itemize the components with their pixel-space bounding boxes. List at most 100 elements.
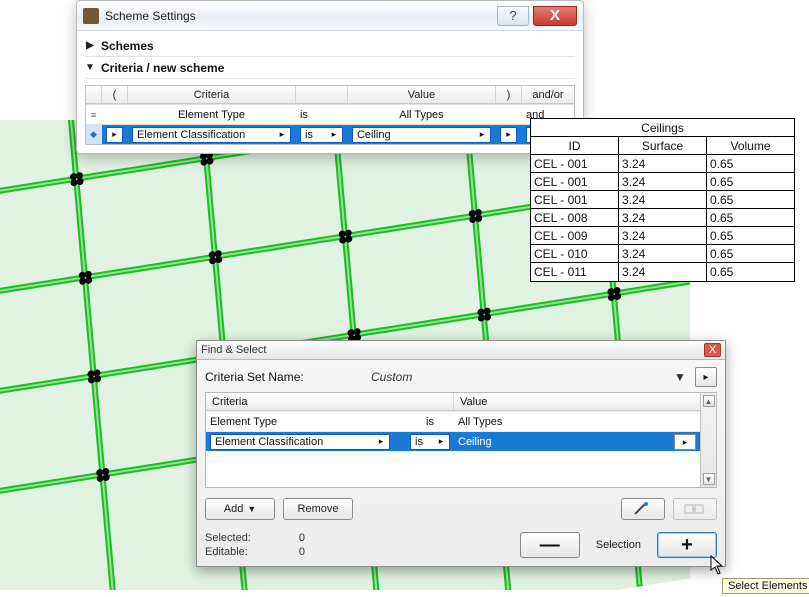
col-paren-close[interactable]: ) <box>496 86 522 103</box>
criteria-set-label: Criteria Set Name: <box>205 370 365 384</box>
cell-surface: 3.24 <box>619 155 707 172</box>
deselect-button[interactable]: — <box>520 532 580 558</box>
ceilings-table: Ceilings ID Surface Volume CEL - 0013.24… <box>530 118 795 282</box>
table-row[interactable]: CEL - 0103.240.65 <box>531 245 794 263</box>
cell-id: CEL - 010 <box>531 245 619 262</box>
col-id[interactable]: ID <box>531 137 619 154</box>
cell-volume: 0.65 <box>707 209 794 226</box>
cell-id: CEL - 009 <box>531 227 619 244</box>
ceilings-header: ID Surface Volume <box>531 137 794 155</box>
col-andor[interactable]: and/or <box>522 86 574 103</box>
caret-down-icon: ▸ <box>435 435 447 449</box>
cell-surface: 3.24 <box>619 173 707 190</box>
cell-volume: 0.65 <box>707 173 794 190</box>
cell-volume: 0.65 <box>707 227 794 244</box>
criteria-op: is <box>426 416 434 428</box>
fs-criteria-table: Criteria Value Element Type is All Types… <box>205 392 717 488</box>
criteria-row[interactable]: ≡ Element Type is All Types and <box>86 104 574 124</box>
caret-right-icon: ▸ <box>703 372 708 383</box>
add-button[interactable]: Add ▼ <box>205 498 275 520</box>
dialog-titlebar[interactable]: Scheme Settings ? X <box>77 1 583 31</box>
cell-id: CEL - 001 <box>531 191 619 208</box>
selection-counts: Selected: 0 Editable: 0 <box>205 532 305 558</box>
close-button[interactable]: X <box>704 343 721 357</box>
accordion-label: Schemes <box>101 39 154 53</box>
paren-close-button[interactable]: ▸ <box>500 127 517 143</box>
cell-volume: 0.65 <box>707 155 794 172</box>
help-icon: ? <box>509 9 516 22</box>
fs-row-selected[interactable]: Element Classification ▸ is ▸ Ceiling <box>206 431 700 451</box>
table-row[interactable]: CEL - 0013.240.65 <box>531 155 794 173</box>
pick-criteria-button[interactable] <box>621 498 665 520</box>
table-row[interactable]: CEL - 0093.240.65 <box>531 227 794 245</box>
criteria-combo[interactable]: Element Classification ▸ <box>132 127 291 143</box>
caret-down-icon: ▸ <box>328 128 340 142</box>
value-picker-button[interactable]: ▸ <box>674 434 696 450</box>
accordion-schemes[interactable]: ▶ Schemes <box>85 35 575 57</box>
cell-volume: 0.65 <box>707 191 794 208</box>
fs-header-row: Criteria Value <box>206 393 700 411</box>
scroll-down-button[interactable]: ▼ <box>703 473 715 485</box>
caret-down-icon: ▼ <box>247 504 256 514</box>
cell-surface: 3.24 <box>619 209 707 226</box>
table-row[interactable]: CEL - 0113.240.65 <box>531 263 794 281</box>
remove-button[interactable]: Remove <box>283 498 353 520</box>
row-handle-icon[interactable]: ◆ <box>90 129 97 140</box>
col-criteria[interactable]: Criteria <box>128 86 296 103</box>
accordion-criteria[interactable]: ▼ Criteria / new scheme <box>85 57 575 79</box>
help-button[interactable]: ? <box>497 6 529 26</box>
scroll-up-button[interactable]: ▲ <box>703 395 715 407</box>
table-row[interactable]: CEL - 0013.240.65 <box>531 173 794 191</box>
criteria-name: Element Type <box>178 109 245 121</box>
cell-volume: 0.65 <box>707 263 794 281</box>
criteria-table: ( Criteria Value ) and/or ≡ Element Type… <box>85 85 575 145</box>
col-criteria[interactable]: Criteria <box>206 393 454 410</box>
criteria-combo[interactable]: Element Classification ▸ <box>210 434 390 450</box>
editable-count: 0 <box>275 546 305 558</box>
copy-settings-button[interactable] <box>673 498 717 520</box>
plus-icon: + <box>681 534 693 557</box>
col-value[interactable]: Value <box>454 393 700 410</box>
criteria-set-dropdown[interactable]: ▼ <box>671 370 689 384</box>
accordion-label: Criteria / new scheme <box>101 61 224 75</box>
cell-id: CEL - 001 <box>531 155 619 172</box>
criteria-op: is <box>300 109 308 121</box>
col-surface[interactable]: Surface <box>619 137 707 154</box>
col-volume[interactable]: Volume <box>707 137 794 154</box>
op-combo[interactable]: is ▸ <box>410 434 450 450</box>
caret-down-icon: ▸ <box>375 435 387 449</box>
col-paren-open[interactable]: ( <box>102 86 128 103</box>
criteria-set-row: Criteria Set Name: Custom ▼ ▸ <box>205 366 717 388</box>
chevron-right-icon: ▶ <box>85 40 95 51</box>
app-icon <box>83 8 99 24</box>
col-value[interactable]: Value <box>348 86 496 103</box>
table-row[interactable]: CEL - 0083.240.65 <box>531 209 794 227</box>
criteria-set-value[interactable]: Custom <box>371 370 665 384</box>
op-combo[interactable]: is ▸ <box>300 127 343 143</box>
paren-open-button[interactable]: ▸ <box>106 127 123 143</box>
row-handle-icon[interactable]: ≡ <box>91 110 96 120</box>
close-button[interactable]: X <box>533 6 577 26</box>
cell-id: CEL - 011 <box>531 263 619 281</box>
criteria-row-selected[interactable]: ◆ ▸ Element Classification ▸ is ▸ <box>86 124 574 144</box>
dialog-titlebar[interactable]: Find & Select X <box>197 341 725 360</box>
value-combo[interactable]: Ceiling ▸ <box>352 127 491 143</box>
select-button[interactable]: + <box>657 532 717 558</box>
scrollbar[interactable]: ▲ ▼ <box>700 393 716 487</box>
minus-icon: — <box>540 534 560 557</box>
fs-row[interactable]: Element Type is All Types <box>206 411 700 431</box>
cell-surface: 3.24 <box>619 227 707 244</box>
scheme-settings-dialog: Scheme Settings ? X ▶ Schemes ▼ Criteria… <box>76 0 584 154</box>
cursor-icon <box>710 555 726 575</box>
dialog-title: Find & Select <box>201 344 698 356</box>
caret-down-icon: ▸ <box>476 128 488 142</box>
editable-label: Editable: <box>205 546 275 558</box>
cell-id: CEL - 001 <box>531 173 619 190</box>
criteria-value: Ceiling <box>458 436 492 448</box>
close-icon: X <box>709 344 716 356</box>
table-row[interactable]: CEL - 0013.240.65 <box>531 191 794 209</box>
criteria-name: Element Type <box>210 416 277 428</box>
find-select-dialog: Find & Select X Criteria Set Name: Custo… <box>196 340 726 567</box>
dialog-title: Scheme Settings <box>105 9 491 23</box>
store-criteria-button[interactable]: ▸ <box>695 367 717 387</box>
